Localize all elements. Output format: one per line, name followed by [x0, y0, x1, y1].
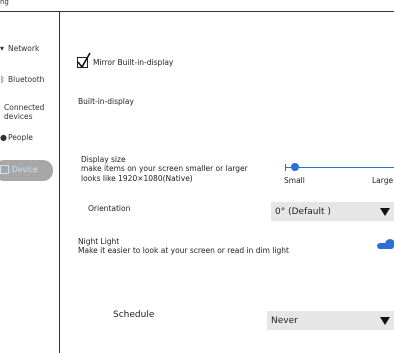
display-size-slider[interactable]: [285, 167, 394, 168]
sidebar-item-label: Device: [12, 165, 38, 174]
schedule-select[interactable]: Never: [267, 311, 394, 330]
mirror-display-checkbox[interactable]: [77, 52, 91, 68]
display-resolution-text: looks like 1920×1080(Native): [81, 174, 193, 183]
display-size-slider-handle[interactable]: [291, 163, 299, 171]
laptop-icon: [0, 165, 9, 174]
sidebar-item-bluetooth[interactable]: ᛒ Bluetooth: [0, 75, 44, 84]
built-in-display-heading: Built-in-display: [78, 97, 134, 106]
orientation-value: 0° (Default ): [275, 206, 331, 217]
person-icon: ●: [0, 133, 7, 142]
sidebar-item-label: Network: [8, 44, 40, 53]
wifi-icon: ▾: [0, 44, 5, 53]
sidebar-item-label: Bluetooth: [8, 75, 45, 84]
sidebar-item-connected-devices[interactable]: Connected devices: [4, 103, 56, 121]
schedule-value: Never: [271, 315, 298, 326]
slider-min-label: Small: [284, 176, 305, 185]
schedule-label: Schedule: [113, 310, 155, 320]
night-light-description: Make it easier to look at your screen or…: [78, 246, 289, 255]
chevron-down-icon: [380, 316, 390, 325]
sidebar-item-label: People: [8, 133, 33, 142]
orientation-label: Orientation: [88, 204, 131, 213]
sidebar-item-network[interactable]: ▾ Network: [0, 44, 39, 53]
window-title-fragment: ng: [0, 0, 9, 6]
display-size-description: make items on your screen smaller or lar…: [81, 164, 248, 173]
sidebar-item-people[interactable]: ● People: [0, 133, 33, 142]
chevron-down-icon: [380, 207, 390, 216]
night-light-toggle-knob[interactable]: [385, 239, 394, 249]
sidebar-item-label: Connected devices: [4, 103, 45, 121]
bluetooth-icon: ᛒ: [0, 75, 5, 84]
sidebar-divider: [59, 12, 60, 353]
checkmark-icon: [77, 52, 91, 68]
orientation-select[interactable]: 0° (Default ): [271, 202, 394, 221]
sidebar-item-device[interactable]: Device: [0, 160, 53, 181]
mirror-display-label: Mirror Built-in-display: [93, 58, 174, 67]
slider-max-label: Large: [372, 176, 394, 185]
